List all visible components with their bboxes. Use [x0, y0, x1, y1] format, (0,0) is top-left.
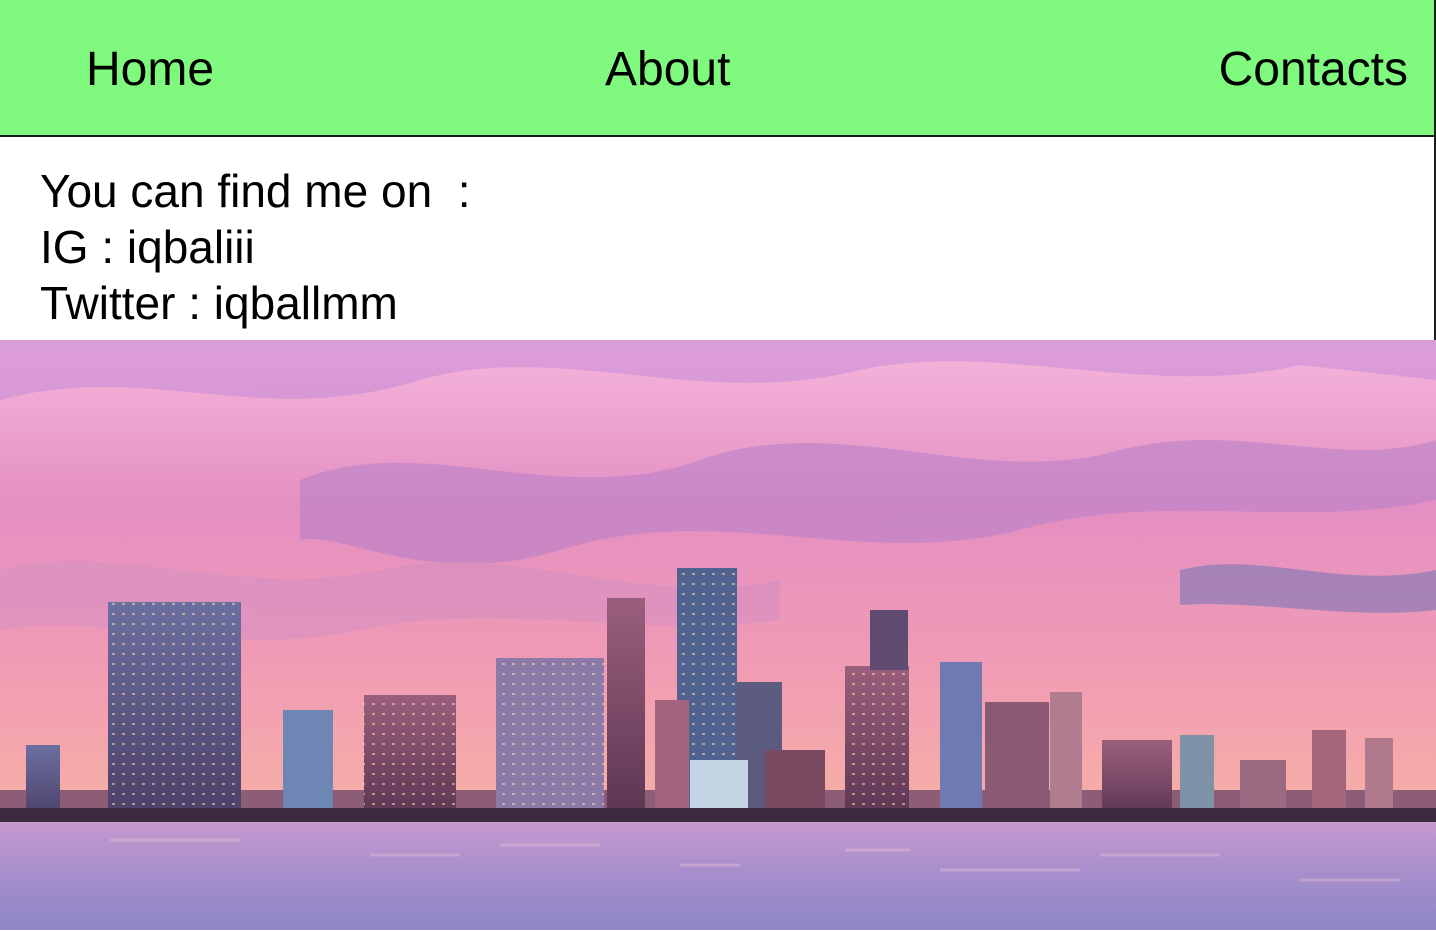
twitter-handle: Twitter : iqballmm [40, 277, 398, 329]
contact-info: You can find me on : IG : iqbaliii Twitt… [40, 163, 471, 331]
contact-intro-text: You can find me on : [40, 165, 471, 217]
nav-link-about[interactable]: About [605, 42, 730, 98]
nav-link-contacts[interactable]: Contacts [1219, 42, 1408, 98]
nav-link-home[interactable]: Home [86, 42, 214, 98]
skyline-illustration [0, 340, 1436, 930]
top-navigation-bar: Home About Contacts [0, 0, 1436, 137]
city-skyline-image [0, 340, 1436, 930]
instagram-handle: IG : iqbaliii [40, 221, 255, 273]
